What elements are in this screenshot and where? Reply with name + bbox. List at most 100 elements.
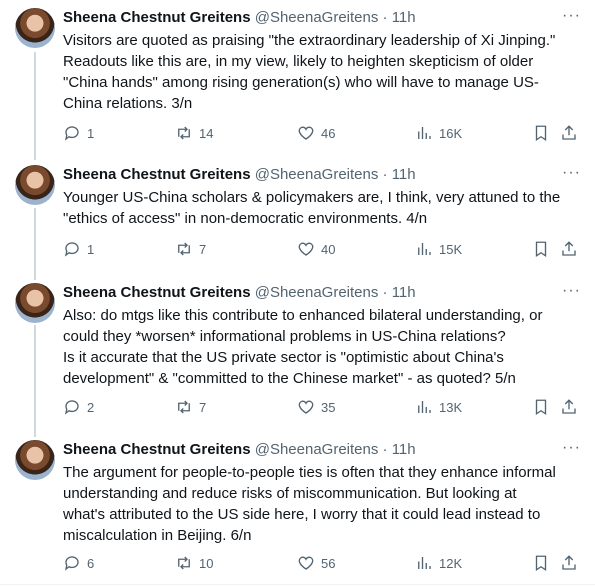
heart-icon: [298, 126, 314, 140]
repost-count: 7: [199, 241, 207, 257]
repost-icon: [178, 556, 190, 570]
tweet[interactable]: Sheena Chestnut Greitens @SheenaGreitens…: [0, 440, 595, 580]
like-count: 46: [321, 125, 336, 141]
timestamp[interactable]: 11h: [392, 9, 416, 26]
reply-count: 1: [87, 241, 95, 257]
reply-button[interactable]: 6: [63, 553, 94, 573]
repost-count: 10: [199, 555, 214, 571]
bookmark-button[interactable]: [532, 397, 550, 417]
tweet-header: Sheena Chestnut Greitens @SheenaGreitens…: [63, 8, 416, 28]
author-handle[interactable]: @SheenaGreitens: [255, 166, 379, 183]
repost-button[interactable]: 7: [175, 397, 206, 417]
share-button[interactable]: [560, 123, 578, 143]
more-icon[interactable]: ···: [562, 283, 581, 299]
bookmark-icon: [535, 241, 547, 258]
author-handle[interactable]: @SheenaGreitens: [255, 9, 379, 26]
tweet-text: The argument for people-to-people ties i…: [63, 464, 556, 544]
bookmark-button[interactable]: [532, 123, 550, 143]
repost-count: 7: [199, 399, 207, 415]
timestamp[interactable]: 11h: [392, 166, 416, 183]
author-handle[interactable]: @SheenaGreitens: [255, 284, 379, 301]
author-name[interactable]: Sheena Chestnut Greitens: [63, 284, 251, 301]
views-icon: [418, 557, 431, 569]
more-icon[interactable]: ···: [562, 440, 581, 456]
heart-icon: [298, 556, 314, 570]
avatar[interactable]: [15, 165, 55, 205]
reply-count: 6: [87, 555, 95, 571]
repost-button[interactable]: 10: [175, 553, 213, 573]
like-button[interactable]: 40: [297, 239, 335, 259]
tweet-header: Sheena Chestnut Greitens @SheenaGreitens…: [63, 283, 416, 303]
views-button[interactable]: 15K: [415, 239, 462, 259]
views-button[interactable]: 12K: [415, 553, 462, 573]
like-button[interactable]: 46: [297, 123, 335, 143]
repost-icon: [178, 126, 190, 140]
share-icon: [562, 125, 576, 140]
views-icon: [418, 127, 431, 139]
separator-dot: ·: [382, 166, 388, 183]
share-button[interactable]: [560, 397, 578, 417]
share-icon: [562, 241, 576, 256]
views-button[interactable]: 13K: [415, 397, 462, 417]
tweet-actions: 2 7 35 13K: [63, 397, 583, 417]
like-count: 35: [321, 399, 336, 415]
repost-icon: [178, 400, 190, 414]
tweet-actions: 1 7 40 15K: [63, 239, 583, 259]
author-name[interactable]: Sheena Chestnut Greitens: [63, 166, 251, 183]
tweet[interactable]: Sheena Chestnut Greitens @SheenaGreitens…: [0, 165, 595, 275]
reply-button[interactable]: 1: [63, 239, 94, 259]
reply-count: 2: [87, 399, 95, 415]
like-count: 56: [321, 555, 336, 571]
tweet-text: Also: do mtgs like this contribute to en…: [63, 307, 543, 387]
tweet-header: Sheena Chestnut Greitens @SheenaGreitens…: [63, 440, 416, 460]
more-icon[interactable]: ···: [562, 165, 581, 181]
reply-button[interactable]: 1: [63, 123, 94, 143]
avatar[interactable]: [15, 8, 55, 48]
repost-button[interactable]: 7: [175, 239, 206, 259]
repost-button[interactable]: 14: [175, 123, 213, 143]
avatar[interactable]: [15, 440, 55, 480]
tweet-actions: 1 14 46 16K: [63, 123, 583, 143]
like-count: 40: [321, 241, 336, 257]
bookmark-icon: [535, 125, 547, 142]
repost-icon: [178, 242, 190, 256]
timestamp[interactable]: 11h: [392, 284, 416, 301]
author-handle[interactable]: @SheenaGreitens: [255, 441, 379, 458]
views-count: 12K: [439, 555, 463, 571]
tweet-text: Younger US-China scholars & policymakers…: [63, 189, 561, 227]
bookmark-button[interactable]: [532, 553, 550, 573]
separator-dot: ·: [382, 284, 388, 301]
reply-icon: [64, 242, 79, 257]
separator-dot: ·: [382, 9, 388, 26]
repost-count: 14: [199, 125, 214, 141]
bookmark-button[interactable]: [532, 239, 550, 259]
bookmark-icon: [535, 555, 547, 572]
reply-icon: [64, 556, 79, 571]
author-name[interactable]: Sheena Chestnut Greitens: [63, 441, 251, 458]
reply-icon: [64, 400, 79, 415]
views-count: 13K: [439, 399, 463, 415]
like-button[interactable]: 56: [297, 553, 335, 573]
heart-icon: [298, 400, 314, 414]
more-icon[interactable]: ···: [562, 8, 581, 24]
share-button[interactable]: [560, 553, 578, 573]
bottom-divider: [0, 584, 595, 585]
like-button[interactable]: 35: [297, 397, 335, 417]
tweet[interactable]: Sheena Chestnut Greitens @SheenaGreitens…: [0, 283, 595, 433]
tweet-actions: 6 10 56 12K: [63, 553, 583, 573]
views-button[interactable]: 16K: [415, 123, 462, 143]
share-icon: [562, 399, 576, 414]
views-count: 15K: [439, 241, 463, 257]
share-button[interactable]: [560, 239, 578, 259]
views-count: 16K: [439, 125, 463, 141]
views-icon: [418, 243, 431, 255]
separator-dot: ·: [382, 441, 388, 458]
avatar[interactable]: [15, 283, 55, 323]
author-name[interactable]: Sheena Chestnut Greitens: [63, 9, 251, 26]
bookmark-icon: [535, 399, 547, 416]
timestamp[interactable]: 11h: [392, 441, 416, 458]
reply-icon: [64, 126, 79, 141]
tweet-header: Sheena Chestnut Greitens @SheenaGreitens…: [63, 165, 416, 185]
reply-button[interactable]: 2: [63, 397, 94, 417]
tweet[interactable]: Sheena Chestnut Greitens @SheenaGreitens…: [0, 8, 595, 158]
